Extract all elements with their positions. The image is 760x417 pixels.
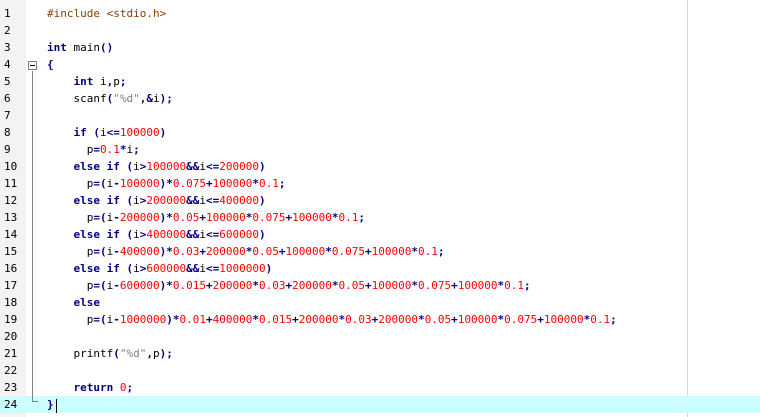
line-number: 17	[4, 279, 18, 292]
code-text[interactable]: {	[47, 56, 54, 73]
line-number: 6	[4, 92, 11, 105]
code-text[interactable]: p=(i-400000)*0.03+200000*0.05+100000*0.0…	[47, 243, 445, 260]
line-number: 19	[4, 313, 18, 326]
code-line[interactable]: 19 p=(i-1000000)*0.01+400000*0.015+20000…	[0, 311, 760, 328]
line-number: 21	[4, 347, 18, 360]
code-text[interactable]: p=(i-200000)*0.05+100000*0.075+100000*0.…	[47, 209, 365, 226]
code-line[interactable]: 10 else if (i>100000&&i<=200000)	[0, 158, 760, 175]
code-line[interactable]: 20	[0, 328, 760, 345]
code-text[interactable]: printf("%d",p);	[47, 345, 172, 362]
code-line[interactable]: 14 else if (i>400000&&i<=600000)	[0, 226, 760, 243]
code-text[interactable]: else if (i>400000&&i<=600000)	[47, 226, 266, 243]
code-line[interactable]: 16 else if (i>600000&&i<=1000000)	[0, 260, 760, 277]
code-line[interactable]: 12 else if (i>200000&&i<=400000)	[0, 192, 760, 209]
code-line[interactable]: 17 p=(i-600000)*0.015+200000*0.03+200000…	[0, 277, 760, 294]
code-text[interactable]: }	[47, 396, 54, 413]
line-number: 12	[4, 194, 18, 207]
code-line[interactable]: 24}	[0, 396, 760, 413]
code-text[interactable]: scanf("%d",&i);	[47, 90, 172, 107]
code-line[interactable]: 5 int i,p;	[0, 73, 760, 90]
code-line[interactable]: 7	[0, 107, 760, 124]
line-number: 3	[4, 41, 11, 54]
code-line[interactable]: 11 p=(i-100000)*0.075+100000*0.1;	[0, 175, 760, 192]
line-number: 8	[4, 126, 11, 139]
code-line[interactable]: 2	[0, 22, 760, 39]
line-number: 4	[4, 58, 11, 71]
fold-range-line	[32, 71, 33, 402]
fold-minus-icon[interactable]	[28, 61, 37, 70]
code-line[interactable]: 3 int main()	[0, 39, 760, 56]
code-line[interactable]: 4{	[0, 56, 760, 73]
line-number: 16	[4, 262, 18, 275]
fold-range-end	[32, 401, 38, 402]
code-line[interactable]: 18 else	[0, 294, 760, 311]
code-line[interactable]: 23 return 0;	[0, 379, 760, 396]
line-number: 10	[4, 160, 18, 173]
text-caret	[56, 399, 57, 413]
code-line[interactable]: 15 p=(i-400000)*0.03+200000*0.05+100000*…	[0, 243, 760, 260]
line-number: 7	[4, 109, 11, 122]
code-text[interactable]: else if (i>100000&&i<=200000)	[47, 158, 266, 175]
code-text[interactable]: return 0;	[47, 379, 134, 396]
code-line[interactable]: 9 p=0.1*i;	[0, 141, 760, 158]
code-line[interactable]: 6 scanf("%d",&i);	[0, 90, 760, 107]
code-text[interactable]: else	[47, 294, 101, 311]
code-text[interactable]: if (i<=100000)	[47, 124, 167, 141]
line-number: 18	[4, 296, 18, 309]
code-text[interactable]: p=(i-600000)*0.015+200000*0.03+200000*0.…	[47, 277, 531, 294]
code-line[interactable]: 8 if (i<=100000)	[0, 124, 760, 141]
line-number: 11	[4, 177, 18, 190]
line-number: 15	[4, 245, 18, 258]
code-text[interactable]: else if (i>600000&&i<=1000000)	[47, 260, 273, 277]
code-editor[interactable]: 1 #include <stdio.h> 2 3 int main() 4{5 int i…	[0, 0, 760, 417]
code-text[interactable]: p=0.1*i;	[47, 141, 140, 158]
line-number: 14	[4, 228, 18, 241]
code-line[interactable]: 13 p=(i-200000)*0.05+100000*0.075+100000…	[0, 209, 760, 226]
code-line[interactable]: 22	[0, 362, 760, 379]
code-text[interactable]: p=(i-1000000)*0.01+400000*0.015+200000*0…	[47, 311, 617, 328]
line-number: 2	[4, 24, 11, 37]
code-line[interactable]: 21 printf("%d",p);	[0, 345, 760, 362]
line-number: 24	[4, 398, 18, 411]
line-number: 1	[4, 7, 11, 20]
code-text[interactable]: int i,p;	[47, 73, 127, 90]
code-text[interactable]: int main()	[47, 39, 113, 56]
line-number: 9	[4, 143, 11, 156]
code-text[interactable]: else if (i>200000&&i<=400000)	[47, 192, 266, 209]
line-number: 13	[4, 211, 18, 224]
code-text[interactable]: p=(i-100000)*0.075+100000*0.1;	[47, 175, 286, 192]
line-number: 20	[4, 330, 18, 343]
code-line[interactable]: 1 #include <stdio.h>	[0, 5, 760, 22]
code-text[interactable]: #include <stdio.h>	[47, 5, 166, 22]
line-number: 23	[4, 381, 18, 394]
line-number: 22	[4, 364, 18, 377]
line-number: 5	[4, 75, 11, 88]
